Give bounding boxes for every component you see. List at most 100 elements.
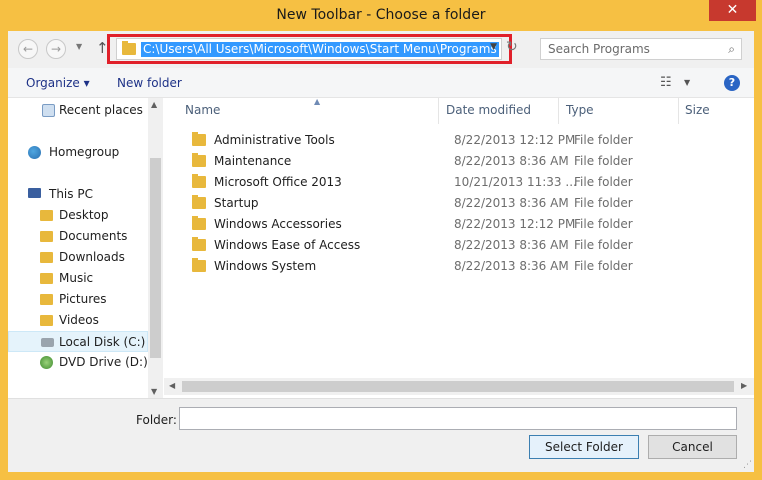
sidebar-item-label: Documents bbox=[59, 229, 128, 243]
this-pc-icon bbox=[28, 188, 41, 198]
navigation-scrollbar[interactable]: ▲ ▼ bbox=[148, 98, 163, 398]
list-item[interactable]: Windows Accessories 8/22/2013 12:12 PM F… bbox=[184, 214, 744, 235]
sidebar-item-label: Videos bbox=[59, 313, 99, 327]
close-button[interactable]: ✕ bbox=[709, 0, 756, 21]
sidebar-item-this-pc[interactable]: This PC bbox=[8, 184, 148, 205]
sidebar-item-documents[interactable]: Documents bbox=[8, 226, 148, 247]
forward-button[interactable]: → bbox=[46, 39, 66, 59]
list-item[interactable]: Microsoft Office 2013 10/21/2013 11:33 .… bbox=[184, 172, 744, 193]
folder-icon bbox=[192, 258, 206, 272]
folder-icon bbox=[40, 273, 53, 284]
file-name: Startup bbox=[214, 196, 259, 210]
back-button[interactable]: ← bbox=[18, 39, 38, 59]
annotation-box bbox=[107, 34, 512, 64]
file-date: 8/22/2013 8:36 AM bbox=[454, 196, 569, 210]
folder-icon bbox=[192, 216, 206, 230]
dvd-drive-icon bbox=[40, 356, 53, 369]
scroll-up-arrow-icon[interactable]: ▲ bbox=[151, 100, 157, 109]
file-name: Maintenance bbox=[214, 154, 292, 168]
list-item[interactable]: Maintenance 8/22/2013 8:36 AM File folde… bbox=[184, 151, 744, 172]
select-folder-button[interactable]: Select Folder bbox=[529, 435, 639, 459]
folder-icon bbox=[40, 231, 53, 242]
list-item[interactable]: Startup 8/22/2013 8:36 AM File folder bbox=[184, 193, 744, 214]
column-header-name[interactable]: Name bbox=[185, 98, 220, 124]
cancel-button[interactable]: Cancel bbox=[648, 435, 737, 459]
file-type: File folder bbox=[574, 154, 633, 168]
sidebar-item-label: Local Disk (C:) bbox=[59, 335, 146, 349]
sidebar-item-label: Desktop bbox=[59, 208, 109, 222]
scrollbar-thumb[interactable] bbox=[182, 381, 734, 392]
view-dropdown-icon[interactable]: ▼ bbox=[684, 78, 690, 87]
folder-icon bbox=[192, 237, 206, 251]
sidebar-item-local-disk[interactable]: Local Disk (C:) bbox=[8, 331, 148, 352]
file-date: 8/22/2013 12:12 PM bbox=[454, 133, 576, 147]
column-header-size[interactable]: Size bbox=[685, 98, 710, 124]
search-box[interactable]: Search Programs ⌕ bbox=[540, 38, 742, 60]
sidebar-item-label: Downloads bbox=[59, 250, 125, 264]
folder-icon bbox=[192, 195, 206, 209]
folder-icon bbox=[192, 153, 206, 167]
list-item[interactable]: Windows Ease of Access 8/22/2013 8:36 AM… bbox=[184, 235, 744, 256]
column-header-date[interactable]: Date modified bbox=[446, 98, 531, 124]
file-name: Microsoft Office 2013 bbox=[214, 175, 342, 189]
recent-locations-chevron-icon[interactable]: ▼ bbox=[76, 42, 82, 51]
file-date: 8/22/2013 12:12 PM bbox=[454, 217, 576, 231]
sidebar-item-label: Recent places bbox=[59, 103, 143, 117]
scrollbar-thumb[interactable] bbox=[150, 158, 161, 358]
sidebar-item-label: DVD Drive (D:) 15 bbox=[59, 355, 162, 369]
sidebar-item-recent-places[interactable]: Recent places bbox=[8, 100, 148, 121]
sidebar-item-label: Homegroup bbox=[49, 145, 120, 159]
sidebar-item-music[interactable]: Music bbox=[8, 268, 148, 289]
command-bar: Organize ▾ New folder ☷ ▼ ? bbox=[8, 68, 754, 98]
organize-button[interactable]: Organize ▾ bbox=[26, 76, 90, 90]
file-name: Windows System bbox=[214, 259, 317, 273]
sidebar-item-label: Music bbox=[59, 271, 94, 285]
folder-label: Folder: bbox=[136, 413, 177, 427]
scroll-down-arrow-icon[interactable]: ▼ bbox=[151, 387, 157, 396]
search-icon[interactable]: ⌕ bbox=[728, 42, 735, 57]
resize-grip-icon[interactable]: ⋰ bbox=[743, 460, 752, 470]
folder-field[interactable] bbox=[179, 407, 737, 430]
file-name: Administrative Tools bbox=[214, 133, 335, 147]
window-title: New Toolbar - Choose a folder bbox=[276, 7, 486, 23]
sidebar-item-downloads[interactable]: Downloads bbox=[8, 247, 148, 268]
folder-icon bbox=[40, 252, 53, 263]
search-input[interactable]: Search Programs bbox=[548, 42, 650, 56]
folder-icon bbox=[192, 132, 206, 146]
file-type: File folder bbox=[574, 175, 633, 189]
homegroup-icon bbox=[28, 146, 41, 159]
file-name: Windows Accessories bbox=[214, 217, 342, 231]
list-item[interactable]: Windows System 8/22/2013 8:36 AM File fo… bbox=[184, 256, 744, 277]
file-type: File folder bbox=[574, 217, 633, 231]
sidebar-item-videos[interactable]: Videos bbox=[8, 310, 148, 331]
horizontal-scrollbar[interactable]: ◀ ▶ bbox=[164, 378, 754, 395]
file-name: Windows Ease of Access bbox=[214, 238, 361, 252]
title-bar: New Toolbar - Choose a folder ✕ bbox=[0, 0, 762, 31]
list-item[interactable]: Administrative Tools 8/22/2013 12:12 PM … bbox=[184, 130, 744, 151]
file-date: 10/21/2013 11:33 ... bbox=[454, 175, 577, 189]
column-header-type[interactable]: Type bbox=[566, 98, 594, 124]
file-date: 8/22/2013 8:36 AM bbox=[454, 238, 569, 252]
sidebar-item-pictures[interactable]: Pictures bbox=[8, 289, 148, 310]
recent-places-icon bbox=[42, 104, 55, 117]
new-folder-button[interactable]: New folder bbox=[117, 76, 182, 90]
dialog-footer: Folder: Select Folder Cancel ⋰ bbox=[8, 398, 754, 472]
scroll-left-arrow-icon[interactable]: ◀ bbox=[169, 381, 175, 390]
file-type: File folder bbox=[574, 259, 633, 273]
address-row: ← → ▼ ↑ C:\Users\All Users\Microsoft\Win… bbox=[8, 31, 754, 68]
sidebar-item-homegroup[interactable]: Homegroup bbox=[8, 142, 148, 163]
view-options-icon[interactable]: ☷ bbox=[660, 75, 672, 90]
dialog-client: ← → ▼ ↑ C:\Users\All Users\Microsoft\Win… bbox=[8, 31, 754, 472]
help-icon[interactable]: ? bbox=[724, 75, 740, 91]
sidebar-item-dvd-drive[interactable]: DVD Drive (D:) 15 bbox=[8, 352, 162, 373]
column-divider[interactable] bbox=[438, 98, 439, 124]
local-disk-icon bbox=[41, 338, 54, 347]
refresh-button[interactable]: ↻ bbox=[506, 39, 518, 55]
column-divider[interactable] bbox=[678, 98, 679, 124]
sort-ascending-icon: ▲ bbox=[314, 97, 321, 106]
column-divider[interactable] bbox=[558, 98, 559, 124]
scroll-right-arrow-icon[interactable]: ▶ bbox=[741, 381, 747, 390]
folder-icon bbox=[40, 315, 53, 326]
sidebar-item-desktop[interactable]: Desktop bbox=[8, 205, 148, 226]
file-type: File folder bbox=[574, 133, 633, 147]
